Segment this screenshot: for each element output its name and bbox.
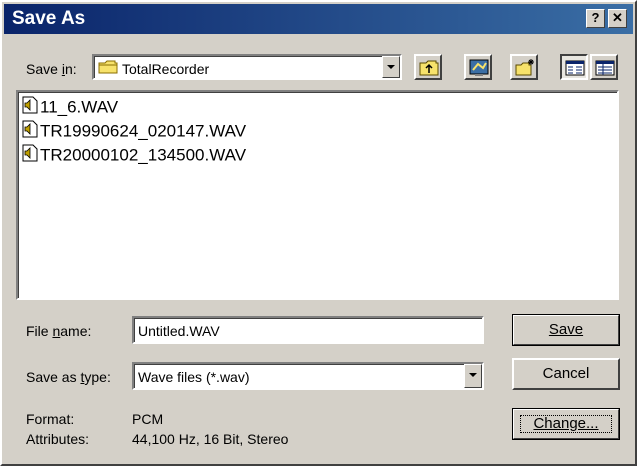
file-item[interactable]: TR20000102_134500.WAV	[22, 144, 246, 166]
file-name: TR20000102_134500.WAV	[40, 145, 247, 165]
save-button-label: Save	[548, 321, 584, 338]
format-label: Format:	[26, 411, 75, 427]
save-type-dropdown-arrow[interactable]	[464, 364, 482, 388]
list-view-button[interactable]	[560, 54, 588, 80]
close-icon: ✕	[612, 10, 623, 25]
save-in-dropdown[interactable]: TotalRecorder	[92, 54, 402, 80]
file-name: 11_6.WAV	[40, 97, 119, 117]
desktop-button[interactable]	[464, 54, 492, 80]
attributes-label: Attributes:	[26, 431, 90, 447]
file-list[interactable]: 11_6.WAV TR19990624_020147.WAV TR2000010…	[16, 90, 619, 300]
folder-icon	[98, 59, 118, 78]
dialog-title: Save As	[12, 8, 86, 29]
wave-file-icon	[22, 96, 38, 120]
help-button[interactable]: ?	[586, 9, 605, 28]
save-in-label: Save in:	[26, 61, 77, 77]
close-button[interactable]: ✕	[608, 9, 627, 28]
title-bar[interactable]: Save As ? ✕	[4, 4, 633, 34]
save-in-dropdown-arrow[interactable]	[382, 56, 400, 78]
details-view-button[interactable]	[590, 54, 618, 80]
save-button[interactable]: Save	[512, 314, 620, 346]
file-name-input[interactable]: Untitled.WAV	[132, 316, 484, 344]
file-name-label: File name:	[26, 323, 92, 339]
attributes-value: 44,100 Hz, 16 Bit, Stereo	[132, 431, 289, 447]
save-type-dropdown[interactable]: Wave files (*.wav)	[132, 362, 484, 390]
focus-ring	[520, 415, 612, 433]
up-one-level-button[interactable]	[414, 54, 442, 80]
help-icon: ?	[591, 10, 600, 25]
wave-file-icon	[22, 120, 38, 144]
save-in-value: TotalRecorder	[122, 61, 210, 77]
cancel-button[interactable]: Cancel	[512, 358, 620, 390]
file-item[interactable]: 11_6.WAV	[22, 96, 118, 118]
cancel-button-label: Cancel	[542, 365, 590, 382]
change-button[interactable]: Change...	[512, 408, 620, 440]
save-type-value: Wave files (*.wav)	[138, 369, 250, 385]
file-name: TR19990624_020147.WAV	[40, 121, 247, 141]
save-as-dialog: Save As ? ✕ Save in: TotalRecorder 11_6.…	[0, 0, 637, 466]
file-name-value: Untitled.WAV	[138, 323, 220, 339]
create-new-folder-button[interactable]	[510, 54, 538, 80]
wave-file-icon	[22, 144, 38, 168]
file-item[interactable]: TR19990624_020147.WAV	[22, 120, 246, 142]
format-value: PCM	[132, 411, 164, 427]
save-type-label: Save as type:	[26, 369, 111, 385]
